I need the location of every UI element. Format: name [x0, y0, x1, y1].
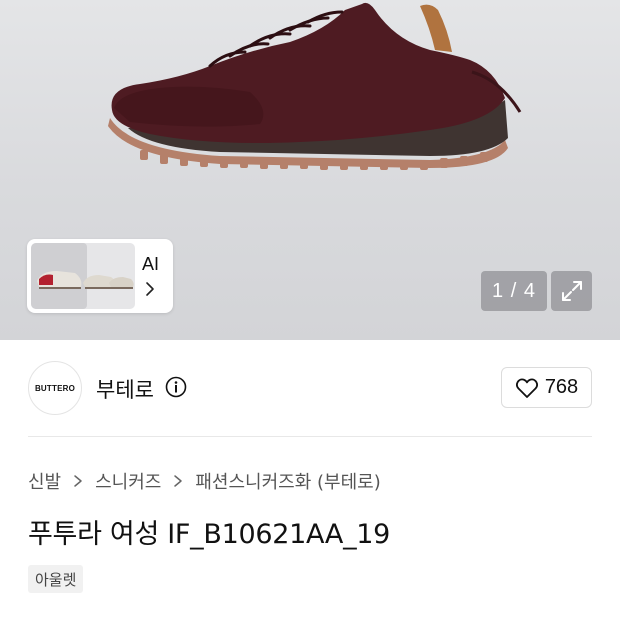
- like-button[interactable]: 768: [501, 367, 592, 408]
- brand-name[interactable]: 부테로: [96, 374, 154, 404]
- ai-label[interactable]: AI: [142, 254, 159, 275]
- chevron-right-icon: [74, 475, 82, 487]
- outlet-badge: 아울렛: [28, 565, 84, 593]
- breadcrumb-item-fashion-sneakers[interactable]: 패션스니커즈화 (부테로): [195, 468, 380, 494]
- product-image-gallery[interactable]: AI 1 / 4: [0, 0, 620, 340]
- divider: [28, 436, 592, 437]
- like-count: 768: [544, 376, 579, 398]
- expand-button[interactable]: [551, 271, 592, 311]
- breadcrumb-item-shoes[interactable]: 신발: [28, 468, 61, 494]
- brand-row: BUTTERO 부테로 768: [0, 340, 620, 436]
- thumbnail-image: [31, 243, 135, 309]
- product-title: 푸투라 여성 IF_B10621AA_19: [28, 519, 391, 550]
- chevron-right-icon[interactable]: [143, 280, 157, 298]
- breadcrumb-item-sneakers[interactable]: 스니커즈: [95, 468, 161, 494]
- breadcrumb: 신발 스니커즈 패션스니커즈화 (부테로): [28, 468, 381, 494]
- brand-logo-text: BUTTERO: [34, 383, 76, 393]
- heart-icon: [515, 377, 538, 398]
- product-main-image: [108, 2, 522, 170]
- outlet-badge-label: 아울렛: [35, 570, 77, 589]
- image-page-counter: 1 / 4: [481, 271, 547, 311]
- chevron-right-icon: [174, 475, 183, 487]
- info-icon[interactable]: [165, 376, 187, 398]
- brand-logo[interactable]: BUTTERO: [28, 361, 82, 415]
- expand-icon: [561, 281, 582, 301]
- thumbnail-sneakers-icon: [37, 271, 134, 289]
- thumbnail-ai-card[interactable]: [27, 239, 173, 313]
